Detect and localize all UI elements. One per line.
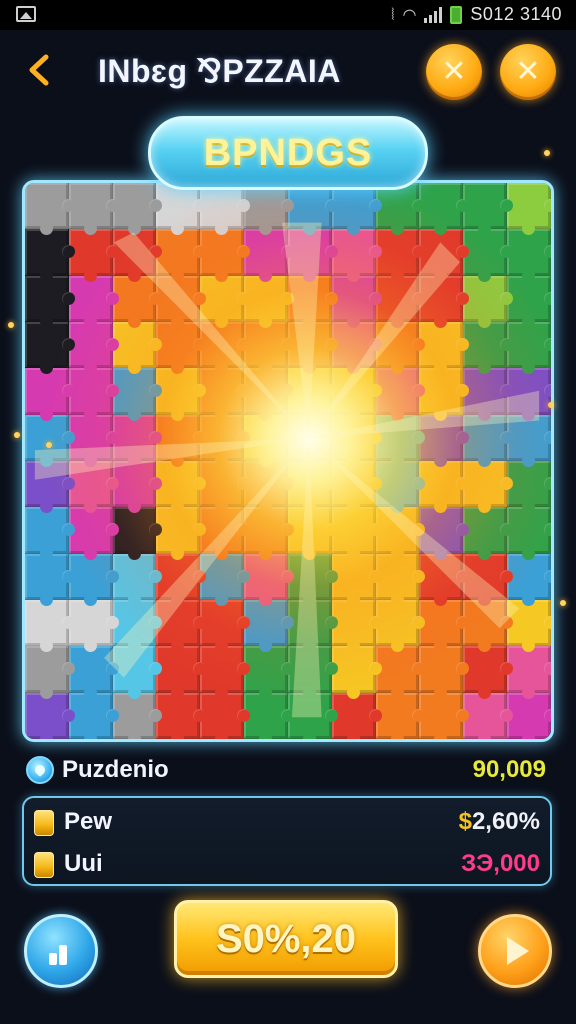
close-button-2[interactable]: ✕	[500, 44, 556, 100]
stats-panel: Pew $2,60% Uui ЗЭ,000	[22, 796, 552, 886]
row-value: $2,60%	[459, 808, 540, 836]
game-title: INbɛg ⅋PZZAIA	[98, 53, 341, 89]
coin-icon	[34, 852, 54, 878]
spark	[560, 600, 566, 606]
row-value: ЗЭ,000	[461, 850, 540, 877]
spark	[14, 432, 20, 438]
spark	[544, 150, 550, 156]
back-button[interactable]	[18, 48, 58, 92]
dollar-sign: $	[458, 808, 472, 835]
level-banner: BPNDGS	[148, 116, 428, 190]
banner-label: BPNDGS	[203, 131, 373, 174]
stats-header: Puzdenio 90,009	[24, 752, 552, 792]
play-button[interactable]	[478, 914, 552, 988]
status-icons: ⦚ ◠ S012 3140	[391, 4, 562, 25]
row-value-number: 2,60%	[471, 808, 540, 835]
bottom-controls: S0%,20	[0, 900, 576, 1010]
row-label: Pew	[64, 808, 113, 835]
main-action-button[interactable]: S0%,20	[174, 900, 398, 978]
top-bar: INbɛg ⅋PZZAIA ✕ ✕	[0, 30, 576, 120]
row-label: Uui	[64, 850, 103, 877]
close-button-1[interactable]: ✕	[426, 44, 482, 100]
vibrate-icon: ⦚	[391, 4, 395, 24]
spark	[8, 322, 14, 328]
stat-label: Puzdenio	[62, 756, 169, 783]
chevron-left-icon	[29, 54, 49, 86]
light-rays	[34, 222, 540, 718]
stat-value: 90,009	[472, 756, 546, 783]
bar-chart-icon	[49, 937, 75, 965]
stats-row: Uui ЗЭ,000	[24, 844, 550, 884]
close-icon: ✕	[441, 54, 467, 89]
close-icon: ✕	[515, 54, 541, 89]
coin-icon	[34, 810, 54, 836]
stats-row: Pew $2,60%	[24, 802, 550, 842]
battery-icon	[450, 5, 463, 24]
wifi-icon: ◠	[402, 5, 417, 24]
stats-button[interactable]	[24, 914, 98, 988]
status-bar: ⦚ ◠ S012 3140	[0, 0, 576, 30]
main-action-label: S0%,20	[215, 916, 357, 961]
signal-icon	[424, 6, 443, 23]
status-time: S012 3140	[470, 4, 562, 24]
gem-icon	[26, 756, 54, 784]
puzzle-board[interactable]	[22, 180, 554, 742]
image-icon	[16, 6, 36, 22]
